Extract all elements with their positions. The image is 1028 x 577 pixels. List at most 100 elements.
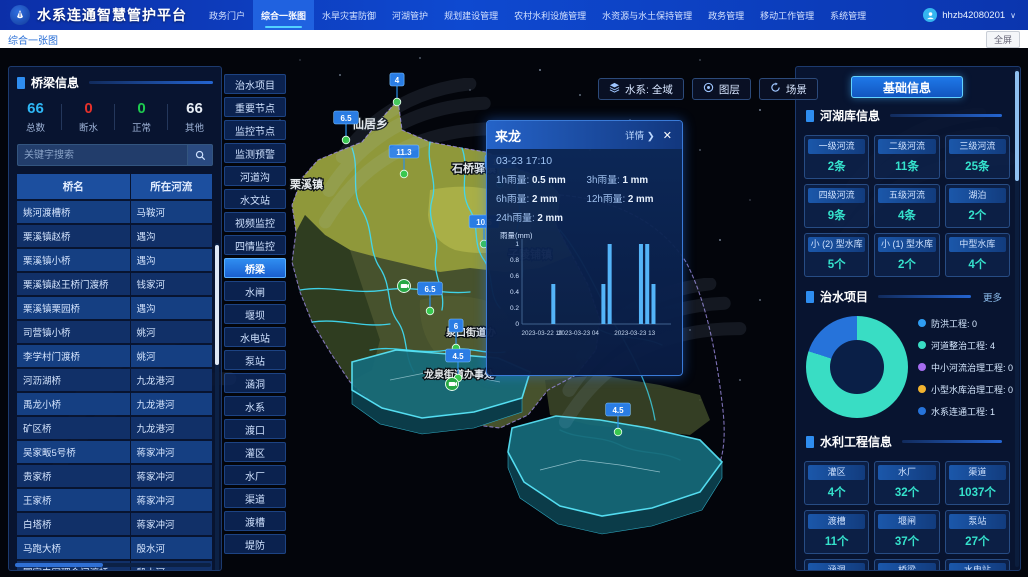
table-row[interactable]: 矿区桥九龙港河 [17, 417, 211, 439]
camera-icon[interactable] [446, 378, 459, 391]
layer-item-重要节点[interactable]: 重要节点 [224, 97, 286, 117]
layer-item-监测预警[interactable]: 监测预警 [224, 143, 286, 163]
table-row[interactable]: 马跑大桥殷水河 [17, 537, 211, 559]
close-icon[interactable]: ✕ [661, 129, 674, 142]
layer-item-桥梁[interactable]: 桥梁 [224, 258, 286, 278]
donut-legend: 防洪工程: 0 河道整治工程: 4 中小河流治理工程: 0 小型水库治理工程: 0 水系… [918, 317, 1013, 418]
table-row[interactable]: 李学村门渡桥姚河 [17, 345, 211, 367]
map-pin-4[interactable]: 4 [390, 73, 404, 106]
more-link[interactable]: 更多 [983, 290, 1002, 304]
rain-metrics: 1h雨量: 0.5 mm3h雨量: 1 mm6h雨量: 2 mm12h雨量: 2… [496, 172, 673, 224]
camera-icon[interactable] [398, 280, 411, 293]
stat-tile-灌区[interactable]: 灌区4个 [804, 461, 869, 505]
stat-tile-小 (2) 型水库[interactable]: 小 (2) 型水库5个 [804, 233, 869, 277]
nav-item-政务管理[interactable]: 政务管理 [700, 0, 752, 30]
layer-item-水电站[interactable]: 水电站 [224, 327, 286, 347]
stat-tile-湖泊[interactable]: 湖泊2个 [945, 184, 1010, 228]
layer-item-堤防[interactable]: 堤防 [224, 534, 286, 554]
detail-link[interactable]: 详情 ❯ [625, 128, 655, 142]
layer-item-水系[interactable]: 水系 [224, 396, 286, 416]
column-header-bridge[interactable]: 桥名 [17, 174, 130, 199]
search-button[interactable] [187, 144, 213, 166]
column-header-river[interactable]: 所在河流 [131, 174, 212, 199]
svg-text:4.5: 4.5 [612, 406, 624, 415]
stat-tile-渠道[interactable]: 渠道1037个 [945, 461, 1010, 505]
layer-item-渡槽[interactable]: 渡槽 [224, 511, 286, 531]
layer-item-渡口[interactable]: 渡口 [224, 419, 286, 439]
layer-item-水文站[interactable]: 水文站 [224, 189, 286, 209]
table-row[interactable]: 白塔桥蒋家冲河 [17, 513, 211, 535]
breadcrumb[interactable]: 综合一张图 [8, 32, 58, 47]
stat-tile-四级河流[interactable]: 四级河流9条 [804, 184, 869, 228]
fullscreen-button[interactable]: 全屏 [986, 31, 1020, 48]
layer-item-视频监控[interactable]: 视频监控 [224, 212, 286, 232]
scrollbar-thumb[interactable] [15, 563, 103, 567]
stat-tile-涵洞[interactable]: 涵洞47个 [804, 559, 869, 571]
layer-item-水闸[interactable]: 水闸 [224, 281, 286, 301]
table-row[interactable]: 河沥湖桥九龙港河 [17, 369, 211, 391]
stat-tile-二级河流[interactable]: 二级河流11条 [874, 135, 939, 179]
nav-item-移动工作管理[interactable]: 移动工作管理 [752, 0, 822, 30]
user-menu[interactable]: hhzb42080201 ∨ [923, 8, 1028, 22]
nav-item-政务门户[interactable]: 政务门户 [201, 0, 253, 30]
layer-item-水厂[interactable]: 水厂 [224, 465, 286, 485]
legend-item-水系连通工程[interactable]: 水系连通工程: 1 [918, 405, 1013, 418]
map-control-水系: 全域[interactable]: 水系: 全域 [598, 78, 684, 100]
nav-item-水资源与水土保持管理[interactable]: 水资源与水土保持管理 [594, 0, 700, 30]
layer-item-监控节点[interactable]: 监控节点 [224, 120, 286, 140]
layer-item-河道沟[interactable]: 河道沟 [224, 166, 286, 186]
stat-tile-泵站[interactable]: 泵站27个 [945, 510, 1010, 554]
table-row[interactable]: 栗溪镇赵桥遇沟 [17, 225, 211, 247]
legend-item-小型水库治理工程[interactable]: 小型水库治理工程: 0 [918, 383, 1013, 396]
stat-tile-小 (1) 型水库[interactable]: 小 (1) 型水库2个 [874, 233, 939, 277]
table-row[interactable]: 禹龙小桥九龙港河 [17, 393, 211, 415]
layer-item-四情监控[interactable]: 四情监控 [224, 235, 286, 255]
table-row[interactable]: 王家桥蒋家冲河 [17, 489, 211, 511]
section-line [89, 81, 213, 84]
stat-tile-三级河流[interactable]: 三级河流25条 [945, 135, 1010, 179]
vertical-scrollbar[interactable] [1015, 69, 1019, 567]
stat-tile-堰闸[interactable]: 堰闸37个 [874, 510, 939, 554]
legend-item-河道整治工程[interactable]: 河道整治工程: 4 [918, 339, 1013, 352]
layer-item-涵洞[interactable]: 涵洞 [224, 373, 286, 393]
stat-tile-桥梁[interactable]: 桥梁66个 [874, 559, 939, 571]
svg-text:2023-03-22 19: 2023-03-22 19 [522, 330, 563, 337]
nav-item-河湖管护[interactable]: 河湖管护 [384, 0, 436, 30]
stat-tile-一级河流[interactable]: 一级河流2条 [804, 135, 869, 179]
layer-item-泵站[interactable]: 泵站 [224, 350, 286, 370]
stat-tile-五级河流[interactable]: 五级河流4条 [874, 184, 939, 228]
nav-item-规划建设管理[interactable]: 规划建设管理 [436, 0, 506, 30]
layer-item-治水项目[interactable]: 治水项目 [224, 74, 286, 94]
stat-总数: 66总数 [9, 100, 62, 134]
table-row[interactable]: 贵家桥蒋家冲河 [17, 465, 211, 487]
stat-tile-水厂[interactable]: 水厂32个 [874, 461, 939, 505]
table-row[interactable]: 栗溪镇小桥遇沟 [17, 249, 211, 271]
table-row[interactable]: 栗溪镇栗园桥遇沟 [17, 297, 211, 319]
table-row[interactable]: 吴家畈5号桥蒋家冲河 [17, 441, 211, 463]
layer-item-灌区[interactable]: 灌区 [224, 442, 286, 462]
horizontal-scrollbar[interactable] [15, 563, 211, 567]
legend-item-防洪工程[interactable]: 防洪工程: 0 [918, 317, 1013, 330]
legend-item-中小河流治理工程[interactable]: 中小河流治理工程: 0 [918, 361, 1013, 374]
donut-ring[interactable] [806, 316, 908, 418]
stat-tile-水电站[interactable]: 水电站3个 [945, 559, 1010, 571]
stat-tile-中型水库[interactable]: 中型水库4个 [945, 233, 1010, 277]
top-navbar: 水系连通智慧管护平台 政务门户综合一张图水旱灾害防御河湖管护规划建设管理农村水利… [0, 0, 1028, 30]
nav-item-综合一张图[interactable]: 综合一张图 [253, 0, 314, 30]
map-control-场景[interactable]: 场景 [759, 78, 818, 100]
layer-item-堰坝[interactable]: 堰坝 [224, 304, 286, 324]
nav-item-水旱灾害防御[interactable]: 水旱灾害防御 [314, 0, 384, 30]
layer-item-渠道[interactable]: 渠道 [224, 488, 286, 508]
table-row[interactable]: 姚河渡槽桥马鞍河 [17, 201, 211, 223]
nav-item-农村水利设施管理[interactable]: 农村水利设施管理 [506, 0, 594, 30]
nav-item-系统管理[interactable]: 系统管理 [822, 0, 874, 30]
search-input[interactable] [17, 144, 187, 166]
stat-tile-渡槽[interactable]: 渡槽11个 [804, 510, 869, 554]
table-row[interactable]: 司营镇小桥姚河 [17, 321, 211, 343]
basic-info-button[interactable]: 基础信息 [851, 76, 963, 98]
vertical-scrollbar[interactable] [215, 243, 219, 571]
map-control-图层[interactable]: 图层 [692, 78, 751, 100]
scrollbar-thumb[interactable] [215, 245, 219, 365]
scrollbar-thumb[interactable] [1015, 71, 1019, 181]
table-row[interactable]: 栗溪镇赵王桥门渡桥钱家河 [17, 273, 211, 295]
